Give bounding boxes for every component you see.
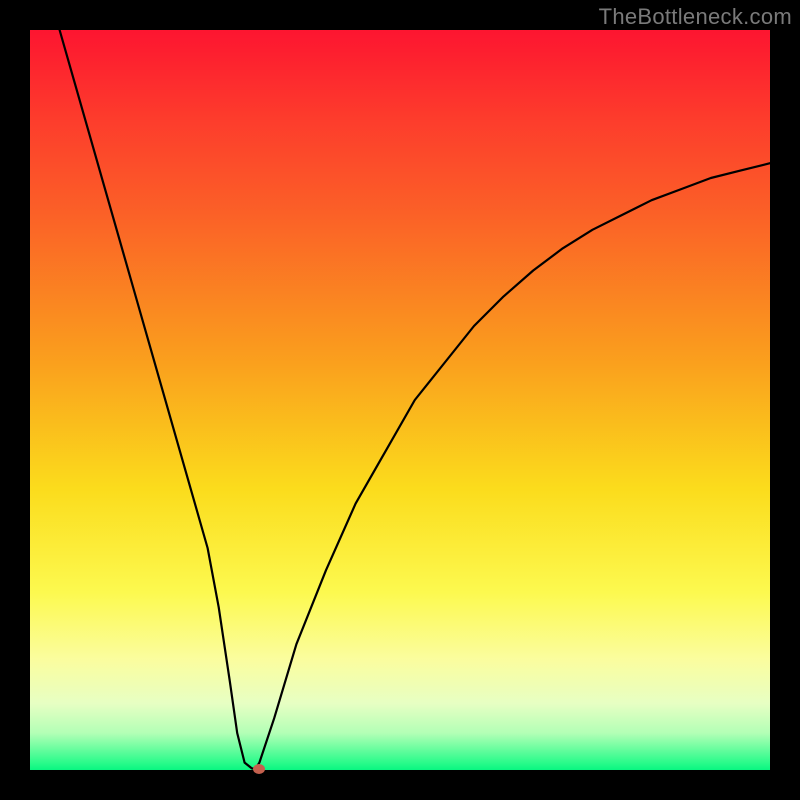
minimum-marker	[253, 764, 265, 774]
bottleneck-curve	[60, 30, 770, 769]
curve-svg	[30, 30, 770, 770]
chart-stage: TheBottleneck.com	[0, 0, 800, 800]
watermark-text: TheBottleneck.com	[599, 4, 792, 30]
